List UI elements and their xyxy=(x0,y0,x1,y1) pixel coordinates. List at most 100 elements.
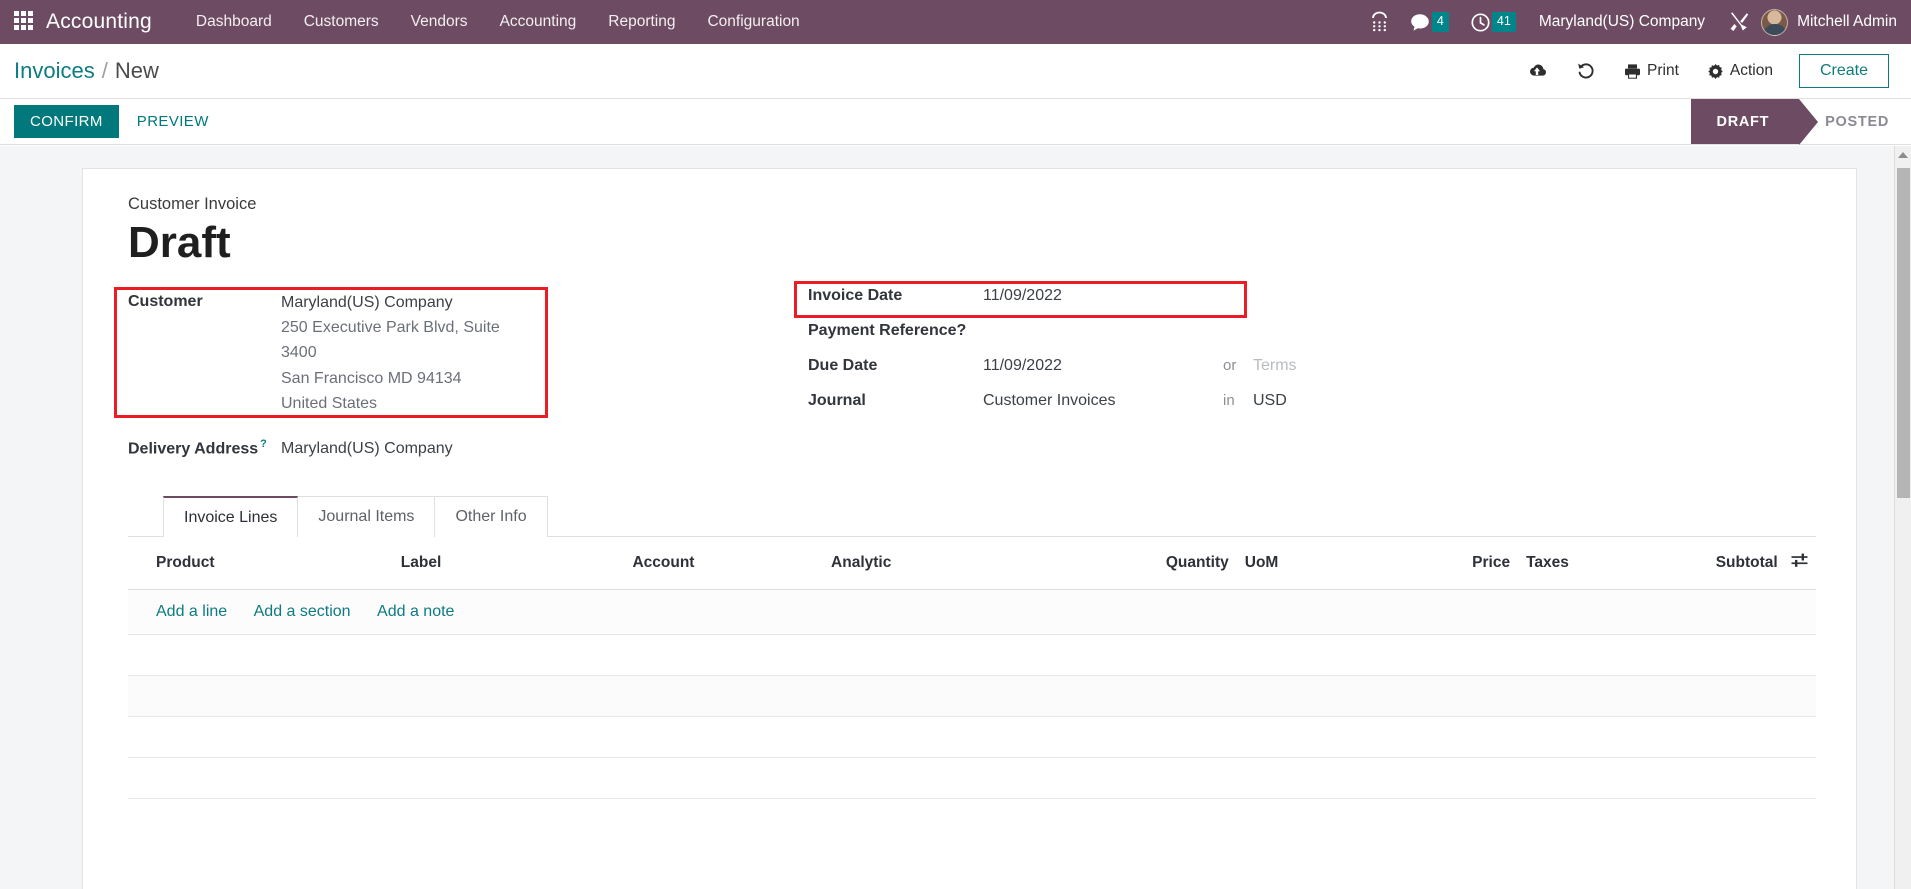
breadcrumb-separator: / xyxy=(101,58,108,83)
column-product: Product xyxy=(128,536,393,590)
customer-value-group: Maryland(US) Company 250 Executive Park … xyxy=(281,287,511,416)
delivery-address-label: Delivery Address? xyxy=(128,433,281,462)
invoice-date-label: Invoice Date xyxy=(808,287,903,305)
empty-cell xyxy=(128,757,1816,799)
form-statusbar: CONFIRM PREVIEW DRAFT POSTED xyxy=(0,99,1911,145)
journal-label: Journal xyxy=(808,392,866,410)
breadcrumb-current: New xyxy=(114,58,159,83)
notebook: Invoice Lines Journal Items Other Info P… xyxy=(128,495,1816,799)
menu-item-configuration[interactable]: Configuration xyxy=(691,2,815,42)
empty-row xyxy=(128,757,1816,799)
user-avatar[interactable] xyxy=(1761,8,1789,36)
app-name[interactable]: Accounting xyxy=(46,10,152,34)
menu-item-dashboard[interactable]: Dashboard xyxy=(180,2,288,42)
payment-reference-label-text: Payment Reference xyxy=(808,322,957,340)
print-label: Print xyxy=(1647,62,1679,79)
vertical-scrollbar[interactable] xyxy=(1894,146,1911,889)
due-date-label: Due Date xyxy=(808,357,878,375)
page-title: Draft xyxy=(128,218,231,267)
statusbar-stages: DRAFT POSTED xyxy=(1690,99,1911,145)
empty-row xyxy=(128,716,1816,758)
undo-icon xyxy=(1578,63,1594,79)
add-controls-cell: Add a line Add a section Add a note xyxy=(128,589,1816,635)
discard-changes-button[interactable] xyxy=(1562,55,1610,87)
printer-icon xyxy=(1625,63,1640,79)
chat-bubble-icon xyxy=(1411,13,1429,31)
column-price: Price xyxy=(1369,536,1519,590)
tab-journal-items[interactable]: Journal Items xyxy=(298,495,436,537)
form-columns: Customer Maryland(US) Company 250 Execut… xyxy=(114,281,1816,466)
dialpad-icon[interactable] xyxy=(1360,0,1399,44)
form-content-area: Customer Invoice Draft Customer Maryland… xyxy=(0,146,1911,889)
menu-item-accounting[interactable]: Accounting xyxy=(484,2,593,42)
invoice-lines-header: Product Label Account Analytic Quantity … xyxy=(128,536,1816,590)
delivery-address-label-text: Delivery Address xyxy=(128,440,259,458)
column-subtotal-label: Subtotal xyxy=(1715,554,1778,572)
invoice-lines-table: Product Label Account Analytic Quantity … xyxy=(128,536,1816,799)
menu-item-vendors[interactable]: Vendors xyxy=(395,2,484,42)
column-subtotal: Subtotal xyxy=(1650,536,1816,590)
form-right-column: Invoice Date 11/09/2022 Payment Referenc… xyxy=(794,281,1508,466)
scroll-thumb[interactable] xyxy=(1897,168,1910,498)
confirm-button[interactable]: CONFIRM xyxy=(14,105,119,138)
statusbar-buttons: CONFIRM PREVIEW xyxy=(14,99,227,144)
table-header-row: Product Label Account Analytic Quantity … xyxy=(128,536,1816,590)
add-a-note-button[interactable]: Add a note xyxy=(377,603,454,620)
apps-grid-icon[interactable] xyxy=(14,11,36,33)
journal-input[interactable]: Customer Invoices xyxy=(983,392,1223,410)
field-invoice-date: Invoice Date 11/09/2022 xyxy=(808,287,1508,305)
journal-connector: in xyxy=(1223,392,1235,410)
form-left-column: Customer Maryland(US) Company 250 Execut… xyxy=(114,287,768,466)
field-customer: Customer Maryland(US) Company 250 Execut… xyxy=(128,287,768,416)
sliders-icon[interactable] xyxy=(1782,553,1808,572)
add-controls-row: Add a line Add a section Add a note xyxy=(128,589,1816,635)
control-panel: Invoices / New Print Action Create xyxy=(0,44,1911,99)
payment-terms-input[interactable]: Terms xyxy=(1253,357,1297,375)
breadcrumb-invoices[interactable]: Invoices xyxy=(14,58,95,84)
customer-address-line-1: 250 Executive Park Blvd, Suite 3400 xyxy=(281,319,500,362)
print-button[interactable]: Print xyxy=(1610,56,1693,86)
customer-name[interactable]: Maryland(US) Company xyxy=(281,294,453,311)
field-payment-reference: Payment Reference? xyxy=(808,322,1508,340)
invoice-date-input[interactable]: 11/09/2022 xyxy=(983,287,1223,305)
menu-item-reporting[interactable]: Reporting xyxy=(592,2,691,42)
messages-button[interactable]: 4 xyxy=(1399,0,1460,44)
column-taxes: Taxes xyxy=(1518,536,1651,590)
add-a-section-button[interactable]: Add a section xyxy=(254,603,351,620)
main-menu: Dashboard Customers Vendors Accounting R… xyxy=(180,2,816,42)
column-analytic: Analytic xyxy=(823,536,1088,590)
preview-button[interactable]: PREVIEW xyxy=(119,105,227,138)
messages-count-badge: 4 xyxy=(1431,12,1449,32)
empty-cell xyxy=(128,634,1816,676)
empty-cell xyxy=(128,716,1816,758)
scroll-up-arrow-icon[interactable] xyxy=(1895,146,1911,163)
delivery-address-help-icon[interactable]: ? xyxy=(260,438,267,450)
empty-row xyxy=(128,675,1816,717)
column-label: Label xyxy=(392,536,625,590)
clock-icon xyxy=(1471,12,1490,32)
add-a-line-button[interactable]: Add a line xyxy=(156,603,227,620)
wrench-tools-icon[interactable] xyxy=(1717,0,1761,44)
user-menu[interactable]: Mitchell Admin xyxy=(1797,13,1897,31)
activities-count-badge: 41 xyxy=(1491,12,1516,32)
save-record-button[interactable] xyxy=(1512,56,1562,86)
empty-row xyxy=(128,634,1816,676)
menu-item-customers[interactable]: Customers xyxy=(288,2,395,42)
customer-label: Customer xyxy=(128,293,203,311)
due-date-input[interactable]: 11/09/2022 xyxy=(983,357,1223,375)
company-switcher[interactable]: Maryland(US) Company xyxy=(1527,13,1717,31)
create-button[interactable]: Create xyxy=(1798,54,1889,88)
payment-reference-label: Payment Reference? xyxy=(808,322,983,340)
field-journal: Journal Customer Invoices in USD xyxy=(808,392,1508,410)
tab-invoice-lines[interactable]: Invoice Lines xyxy=(163,495,299,538)
field-due-date: Due Date 11/09/2022 or Terms xyxy=(808,357,1508,375)
action-button[interactable]: Action xyxy=(1693,56,1787,86)
activities-button[interactable]: 41 xyxy=(1460,0,1527,44)
column-account: Account xyxy=(624,536,824,590)
payment-reference-help-icon[interactable]: ? xyxy=(957,322,967,339)
delivery-address-value[interactable]: Maryland(US) Company xyxy=(281,433,453,461)
currency-input[interactable]: USD xyxy=(1253,392,1287,410)
customer-country: United States xyxy=(281,394,378,412)
tab-other-info[interactable]: Other Info xyxy=(435,495,548,537)
stage-draft[interactable]: DRAFT xyxy=(1690,99,1818,145)
